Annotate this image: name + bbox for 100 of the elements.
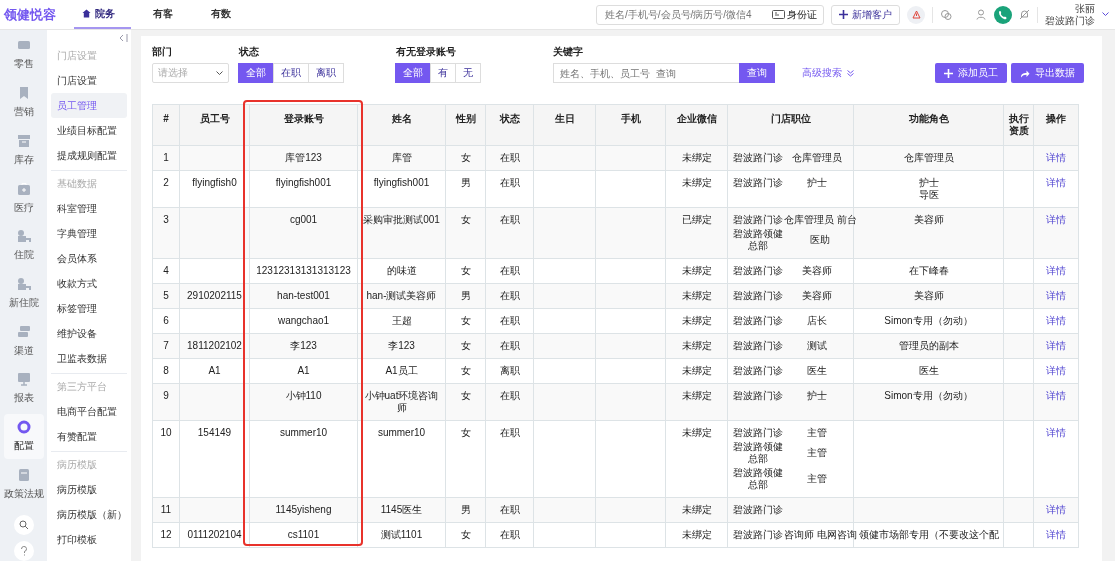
subnav-item[interactable]: 科室管理 bbox=[51, 196, 127, 221]
id-card-label[interactable]: 身份证 bbox=[787, 7, 817, 22]
store-name: 碧波路门诊 bbox=[732, 152, 784, 164]
subnav-item[interactable]: 员工管理 bbox=[51, 93, 127, 118]
bed-icon bbox=[16, 229, 31, 244]
column-header: 执行资质 bbox=[1003, 104, 1034, 146]
subnav-item[interactable]: 电商平台配置 bbox=[51, 399, 127, 424]
rail-item[interactable]: 新住院 bbox=[3, 270, 44, 317]
rail-item[interactable]: 报表 bbox=[3, 366, 44, 412]
table-cell: 小钟uat环境咨询师 bbox=[357, 383, 446, 421]
detail-link[interactable]: 详情 bbox=[1046, 177, 1066, 188]
store-name: 碧波路领健总部 bbox=[732, 467, 784, 491]
rail-item[interactable]: 医疗 bbox=[3, 175, 44, 221]
add-employee-button[interactable]: 添加员工 bbox=[935, 63, 1007, 83]
filter-option[interactable]: 全部 bbox=[395, 63, 431, 83]
advanced-search-link[interactable]: 高级搜索 bbox=[802, 63, 854, 83]
rail-item[interactable]: 营销 bbox=[3, 79, 44, 126]
table-cell: A1 bbox=[179, 358, 250, 384]
filter-option[interactable]: 有 bbox=[430, 63, 456, 83]
subnav-item[interactable]: 维护设备 bbox=[51, 321, 127, 346]
subnav-item[interactable]: 卫监表数据 bbox=[51, 346, 127, 371]
table-cell: wangchao1 bbox=[249, 308, 358, 334]
role-name: 管理员的副本 bbox=[897, 340, 960, 352]
subnav-item[interactable]: 病历模版（新） bbox=[51, 502, 127, 527]
detail-link[interactable]: 详情 bbox=[1046, 152, 1066, 163]
nav-tab[interactable]: 有数 bbox=[203, 0, 247, 29]
position-name: 护士 bbox=[805, 390, 828, 402]
filter-option[interactable]: 离职 bbox=[308, 63, 344, 83]
user-icon[interactable] bbox=[976, 9, 987, 20]
detail-link[interactable]: 详情 bbox=[1046, 290, 1066, 301]
bell-off-icon[interactable] bbox=[1019, 9, 1030, 20]
nav-tab[interactable]: 有客 bbox=[145, 0, 189, 29]
rail-item[interactable]: 住院 bbox=[3, 222, 44, 269]
table-cell: 1811202102 bbox=[179, 333, 250, 359]
subnav-item[interactable]: 打印模板 bbox=[51, 527, 127, 552]
column-header: 企业微信 bbox=[665, 104, 728, 146]
detail-link[interactable]: 详情 bbox=[1046, 427, 1066, 438]
filter-option[interactable]: 全部 bbox=[238, 63, 274, 83]
filter-label: 部门 bbox=[152, 46, 173, 59]
detail-link[interactable]: 详情 bbox=[1046, 365, 1066, 376]
rail-item[interactable]: 配置 bbox=[3, 413, 44, 460]
subnav-item[interactable]: 业绩目标配置 bbox=[51, 118, 127, 143]
table-cell: 女 bbox=[445, 333, 486, 359]
detail-link[interactable]: 详情 bbox=[1046, 504, 1066, 515]
query-button[interactable]: 查询 bbox=[739, 63, 775, 83]
keyword-field[interactable]: 姓名、手机、员工号 查询 bbox=[553, 63, 739, 83]
row-number: 4 bbox=[152, 258, 180, 284]
detail-link[interactable]: 详情 bbox=[1046, 265, 1066, 276]
table-cell: flyingfish0 bbox=[179, 170, 250, 208]
subnav-item[interactable]: 病历模版 bbox=[51, 477, 127, 502]
home-icon bbox=[82, 9, 91, 18]
rail-item[interactable]: 库存 bbox=[3, 127, 44, 174]
phone-icon[interactable] bbox=[994, 5, 1012, 24]
table-cell: 在职 bbox=[485, 383, 534, 421]
collapse-icon[interactable] bbox=[119, 34, 128, 42]
patient-search-field[interactable]: 姓名/手机号/会员号/病历号/微信4 身份证 bbox=[596, 4, 824, 25]
export-button[interactable]: 导出数据 bbox=[1011, 63, 1084, 83]
position-name: 仓库管理员 bbox=[790, 152, 843, 164]
rail-item[interactable]: 政策法规 bbox=[3, 461, 44, 508]
table-cell: 男 bbox=[445, 497, 486, 523]
row-number: 9 bbox=[152, 383, 180, 421]
filter-option[interactable]: 在职 bbox=[273, 63, 309, 83]
table-cell: 未绑定 bbox=[665, 283, 728, 309]
row-number: 11 bbox=[152, 497, 180, 523]
rail-item[interactable]: 渠道 bbox=[3, 318, 44, 365]
detail-link[interactable]: 详情 bbox=[1046, 390, 1066, 401]
column-header: 功能角色 bbox=[853, 104, 1004, 146]
section-header: 病历模版 bbox=[51, 451, 127, 477]
role-name: 美容师 bbox=[912, 290, 945, 302]
help-icon[interactable] bbox=[13, 541, 34, 561]
search-icon[interactable] bbox=[13, 515, 34, 536]
table-cell: 女 bbox=[445, 207, 486, 259]
subnav-item[interactable]: 有赞配置 bbox=[51, 424, 127, 449]
section-header: 门店设置 bbox=[56, 48, 98, 63]
chat-icon[interactable] bbox=[940, 8, 952, 21]
clinic-name: 碧波路门诊 bbox=[1045, 14, 1095, 27]
subnav-item[interactable]: 提成规则配置 bbox=[51, 143, 127, 168]
monitor-icon bbox=[16, 372, 31, 387]
subnav-item[interactable]: 门店设置 bbox=[51, 68, 127, 93]
table-cell: 已绑定 bbox=[665, 207, 728, 259]
subnav-item[interactable]: 会员体系 bbox=[51, 246, 127, 271]
table-cell: summer10 bbox=[249, 420, 358, 498]
subnav-item[interactable]: 字典管理 bbox=[51, 221, 127, 246]
section-header: 基础数据 bbox=[51, 170, 127, 196]
caret-icon[interactable] bbox=[1102, 12, 1109, 17]
table-cell: 离职 bbox=[485, 358, 534, 384]
subnav-item[interactable]: 标签管理 bbox=[51, 296, 127, 321]
detail-link[interactable]: 详情 bbox=[1046, 315, 1066, 326]
filter-option[interactable]: 无 bbox=[455, 63, 481, 83]
store-name: 碧波路门诊 bbox=[732, 427, 784, 439]
detail-link[interactable]: 详情 bbox=[1046, 340, 1066, 351]
alert-icon[interactable] bbox=[907, 5, 925, 24]
table-cell: 女 bbox=[445, 522, 486, 548]
detail-link[interactable]: 详情 bbox=[1046, 529, 1066, 540]
detail-link[interactable]: 详情 bbox=[1046, 214, 1066, 225]
column-header: 手机 bbox=[595, 104, 666, 146]
subnav-item[interactable]: 收款方式 bbox=[51, 271, 127, 296]
rail-item[interactable]: 零售 bbox=[3, 32, 44, 78]
new-customer-button[interactable]: 新增客户 bbox=[831, 4, 900, 25]
table-cell: 在职 bbox=[485, 420, 534, 498]
